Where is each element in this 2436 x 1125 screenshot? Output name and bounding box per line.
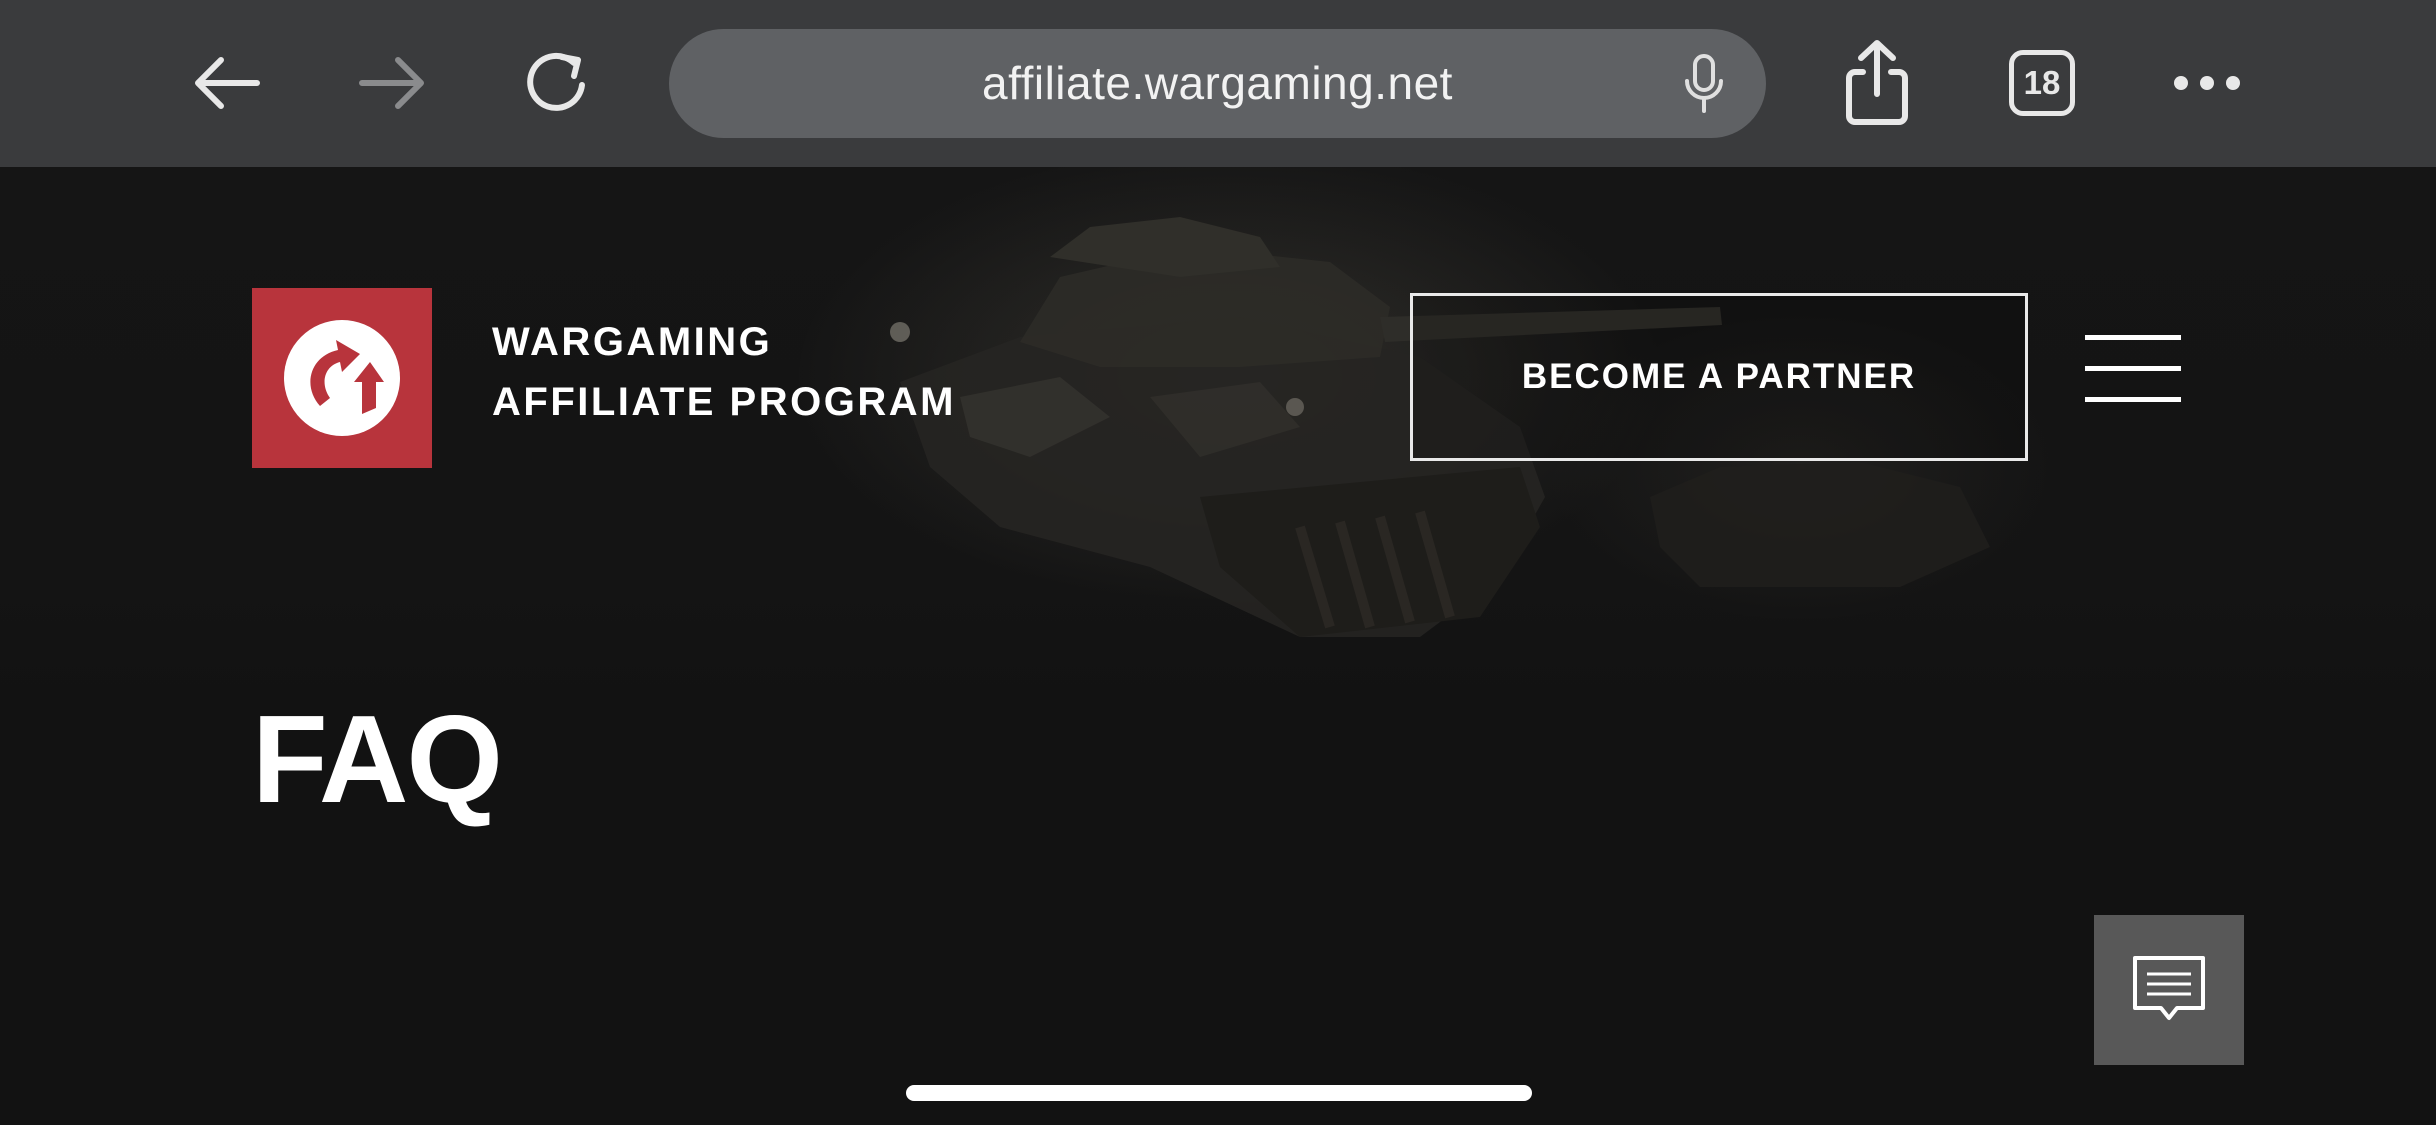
microphone-icon bbox=[1685, 54, 1723, 113]
reload-icon bbox=[527, 52, 585, 111]
home-indicator bbox=[906, 1085, 1532, 1101]
menu-icon bbox=[2085, 335, 2181, 340]
browser-toolbar: affiliate.wargaming.net 18 bbox=[0, 0, 2436, 167]
share-button[interactable] bbox=[1822, 28, 1932, 138]
chat-icon bbox=[2133, 956, 2205, 1020]
back-button[interactable] bbox=[172, 28, 282, 138]
tabs-icon: 18 bbox=[2009, 50, 2075, 116]
tabs-button[interactable]: 18 bbox=[1987, 28, 2097, 138]
reload-button[interactable] bbox=[503, 28, 613, 138]
arrow-right-icon bbox=[359, 57, 424, 109]
page-title: FAQ bbox=[252, 691, 503, 829]
wargaming-logo-icon bbox=[284, 320, 400, 436]
more-button[interactable] bbox=[2152, 28, 2262, 138]
tab-count: 18 bbox=[2023, 64, 2061, 101]
feedback-chat-button[interactable] bbox=[2094, 915, 2244, 1065]
hamburger-menu-button[interactable] bbox=[2082, 333, 2182, 405]
more-icon bbox=[2174, 76, 2240, 90]
brand-name-line-2: AFFILIATE PROGRAM bbox=[492, 380, 956, 424]
share-icon bbox=[1846, 40, 1908, 125]
become-partner-button[interactable]: BECOME A PARTNER bbox=[1410, 293, 2028, 461]
wargaming-logo[interactable] bbox=[252, 288, 432, 468]
url-text: affiliate.wargaming.net bbox=[982, 57, 1453, 109]
arrow-left-icon bbox=[195, 57, 260, 109]
address-bar[interactable]: affiliate.wargaming.net bbox=[669, 29, 1766, 138]
brand-name-line-1: WARGAMING bbox=[492, 320, 773, 364]
microphone-button[interactable] bbox=[1682, 53, 1726, 120]
forward-button[interactable] bbox=[337, 28, 447, 138]
